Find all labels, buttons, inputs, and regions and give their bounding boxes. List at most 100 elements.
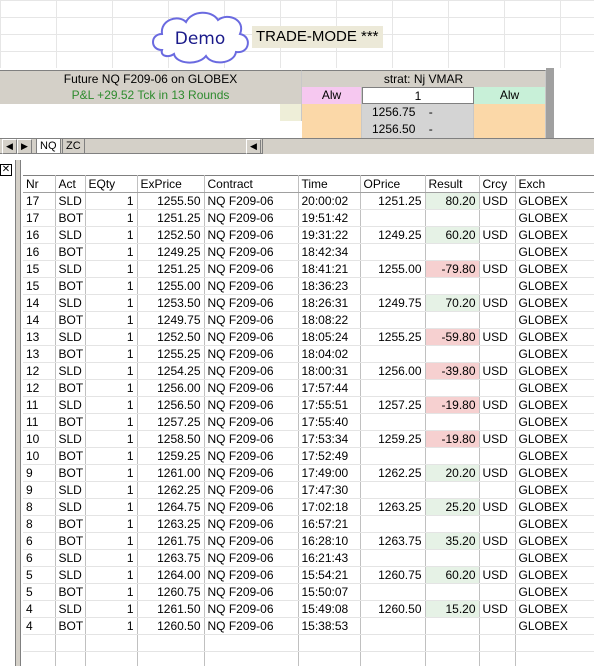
cell-nr: 6 <box>23 532 56 550</box>
table-row[interactable]: 5 BOT 1 1260.75 NQ F209-06 15:50:07 GLOBEX <box>23 583 594 601</box>
alw-left-button[interactable]: Alw <box>302 87 362 104</box>
empty-cell <box>204 651 299 666</box>
cell-result <box>425 583 480 601</box>
cell-contract: NQ F209-06 <box>204 600 299 618</box>
cell-result: 80.20 <box>425 192 480 210</box>
cell-contract: NQ F209-06 <box>204 617 299 635</box>
cell-act: BOT <box>55 243 86 261</box>
table-row[interactable]: 10 BOT 1 1259.25 NQ F209-06 17:52:49 GLOBEX <box>23 447 594 465</box>
column-header-nr[interactable]: Nr <box>23 175 56 193</box>
cell-exprice: 1252.50 <box>137 328 205 346</box>
cell-eqty: 1 <box>85 430 138 448</box>
table-row[interactable]: 11 BOT 1 1257.25 NQ F209-06 17:55:40 GLOBEX <box>23 413 594 431</box>
ask-cell-1[interactable] <box>474 104 546 121</box>
bid-cell-1[interactable] <box>302 104 362 121</box>
bid-cell-2[interactable] <box>302 121 362 138</box>
cell-crcy: USD <box>479 396 516 414</box>
horizontal-scrollbar-track[interactable] <box>262 139 594 154</box>
cell-contract: NQ F209-06 <box>204 498 299 516</box>
column-header-contract[interactable]: Contract <box>204 175 299 193</box>
table-row[interactable]: 10 SLD 1 1258.50 NQ F209-06 17:53:34 1259.25 -1… <box>23 430 594 448</box>
alw-right-button[interactable]: Alw <box>474 87 546 104</box>
tab-scroll-right-button[interactable]: ▶ <box>17 139 32 154</box>
column-header-exch[interactable]: Exch <box>515 175 594 193</box>
table-row[interactable]: 17 SLD 1 1255.50 NQ F209-06 20:00:02 1251.25 80… <box>23 192 594 210</box>
tab-scroll-left-button[interactable]: ◀ <box>2 139 17 154</box>
cell-contract: NQ F209-06 <box>204 379 299 397</box>
hscroll-left-button[interactable]: ◀ <box>246 139 261 154</box>
table-row[interactable]: 12 BOT 1 1256.00 NQ F209-06 17:57:44 GLOBEX <box>23 379 594 397</box>
cell-nr: 16 <box>23 243 56 261</box>
table-row[interactable]: 15 BOT 1 1255.00 NQ F209-06 18:36:23 GLOBEX <box>23 277 594 295</box>
cell-act: SLD <box>55 226 86 244</box>
table-row[interactable]: 14 BOT 1 1249.75 NQ F209-06 18:08:22 GLOBEX <box>23 311 594 329</box>
table-row[interactable]: 4 BOT 1 1260.50 NQ F209-06 15:38:53 GLOBEX <box>23 617 594 635</box>
column-header-crcy[interactable]: Crcy <box>479 175 516 193</box>
table-row[interactable]: 11 SLD 1 1256.50 NQ F209-06 17:55:51 1257.25 -1… <box>23 396 594 414</box>
cell-time: 15:38:53 <box>298 617 361 635</box>
cell-nr: 14 <box>23 294 56 312</box>
close-icon[interactable]: ✕ <box>0 164 12 176</box>
ask-cell-2[interactable] <box>474 121 546 138</box>
table-row[interactable]: 6 SLD 1 1263.75 NQ F209-06 16:21:43 GLOBEX <box>23 549 594 567</box>
cell-time: 17:57:44 <box>298 379 361 397</box>
cell-eqty: 1 <box>85 243 138 261</box>
cell-act: SLD <box>55 192 86 210</box>
empty-cell <box>55 651 86 666</box>
tab-nq[interactable]: NQ <box>36 139 61 154</box>
table-row[interactable]: 12 SLD 1 1254.25 NQ F209-06 18:00:31 1256.00 -3… <box>23 362 594 380</box>
cell-crcy <box>479 345 516 363</box>
empty-cell <box>23 634 56 652</box>
table-row[interactable]: 13 BOT 1 1255.25 NQ F209-06 18:04:02 GLOBEX <box>23 345 594 363</box>
trade-list-pane: ✕ Nr Act EQty ExPrice Contract Time OPrice Resu… <box>0 160 594 666</box>
table-row[interactable]: 9 BOT 1 1261.00 NQ F209-06 17:49:00 1262.25 20.… <box>23 464 594 482</box>
cell-crcy <box>479 515 516 533</box>
cell-crcy: USD <box>479 362 516 380</box>
price-dash-1: - <box>428 105 433 119</box>
cell-exch: GLOBEX <box>515 566 594 584</box>
table-row[interactable]: 6 BOT 1 1261.75 NQ F209-06 16:28:10 1263.75 35.… <box>23 532 594 550</box>
cell-time: 17:53:34 <box>298 430 361 448</box>
tab-zc[interactable]: ZC <box>62 139 85 154</box>
empty-cell <box>298 634 361 652</box>
column-header-eqty[interactable]: EQty <box>85 175 138 193</box>
table-row[interactable]: 14 SLD 1 1253.50 NQ F209-06 18:26:31 1249.75 70… <box>23 294 594 312</box>
pane-splitter[interactable] <box>15 160 21 666</box>
cell-act: SLD <box>55 328 86 346</box>
column-header-exprice[interactable]: ExPrice <box>137 175 205 193</box>
demo-cloud-badge: Demo <box>148 6 252 68</box>
cell-time: 15:54:21 <box>298 566 361 584</box>
table-row[interactable]: 8 SLD 1 1264.75 NQ F209-06 17:02:18 1263.25 25.… <box>23 498 594 516</box>
cell-contract: NQ F209-06 <box>204 294 299 312</box>
table-row[interactable]: 5 SLD 1 1264.00 NQ F209-06 15:54:21 1260.75 60.… <box>23 566 594 584</box>
column-header-time[interactable]: Time <box>298 175 361 193</box>
table-row[interactable]: 17 BOT 1 1251.25 NQ F209-06 19:51:42 GLOBEX <box>23 209 594 227</box>
cell-exprice: 1257.25 <box>137 413 205 431</box>
column-header-act[interactable]: Act <box>55 175 86 193</box>
cell-nr: 15 <box>23 260 56 278</box>
column-header-oprice[interactable]: OPrice <box>360 175 426 193</box>
cell-time: 17:52:49 <box>298 447 361 465</box>
table-row[interactable]: 4 SLD 1 1261.50 NQ F209-06 15:49:08 1260.50 15.… <box>23 600 594 618</box>
cell-contract: NQ F209-06 <box>204 413 299 431</box>
cell-contract: NQ F209-06 <box>204 362 299 380</box>
cell-exch: GLOBEX <box>515 243 594 261</box>
cell-contract: NQ F209-06 <box>204 515 299 533</box>
table-row[interactable]: 16 BOT 1 1249.25 NQ F209-06 18:42:34 GLOBEX <box>23 243 594 261</box>
column-header-result[interactable]: Result <box>425 175 480 193</box>
empty-cell <box>515 634 594 652</box>
cell-time: 16:57:21 <box>298 515 361 533</box>
table-row[interactable]: 9 SLD 1 1262.25 NQ F209-06 17:47:30 GLOBEX <box>23 481 594 499</box>
cell-act: SLD <box>55 396 86 414</box>
quantity-field[interactable]: 1 <box>362 87 474 104</box>
cell-contract: NQ F209-06 <box>204 345 299 363</box>
table-row[interactable]: 16 SLD 1 1252.50 NQ F209-06 19:31:22 1249.25 60… <box>23 226 594 244</box>
cell-nr: 5 <box>23 566 56 584</box>
cell-exch: GLOBEX <box>515 549 594 567</box>
table-row[interactable]: 13 SLD 1 1252.50 NQ F209-06 18:05:24 1255.25 -5… <box>23 328 594 346</box>
price-dash-2: - <box>428 122 433 136</box>
cell-act: BOT <box>55 379 86 397</box>
table-row[interactable]: 15 SLD 1 1251.25 NQ F209-06 18:41:21 1255.00 -7… <box>23 260 594 278</box>
order-row-1: 1256.75 - <box>0 104 546 121</box>
table-row[interactable]: 8 BOT 1 1263.25 NQ F209-06 16:57:21 GLOBEX <box>23 515 594 533</box>
